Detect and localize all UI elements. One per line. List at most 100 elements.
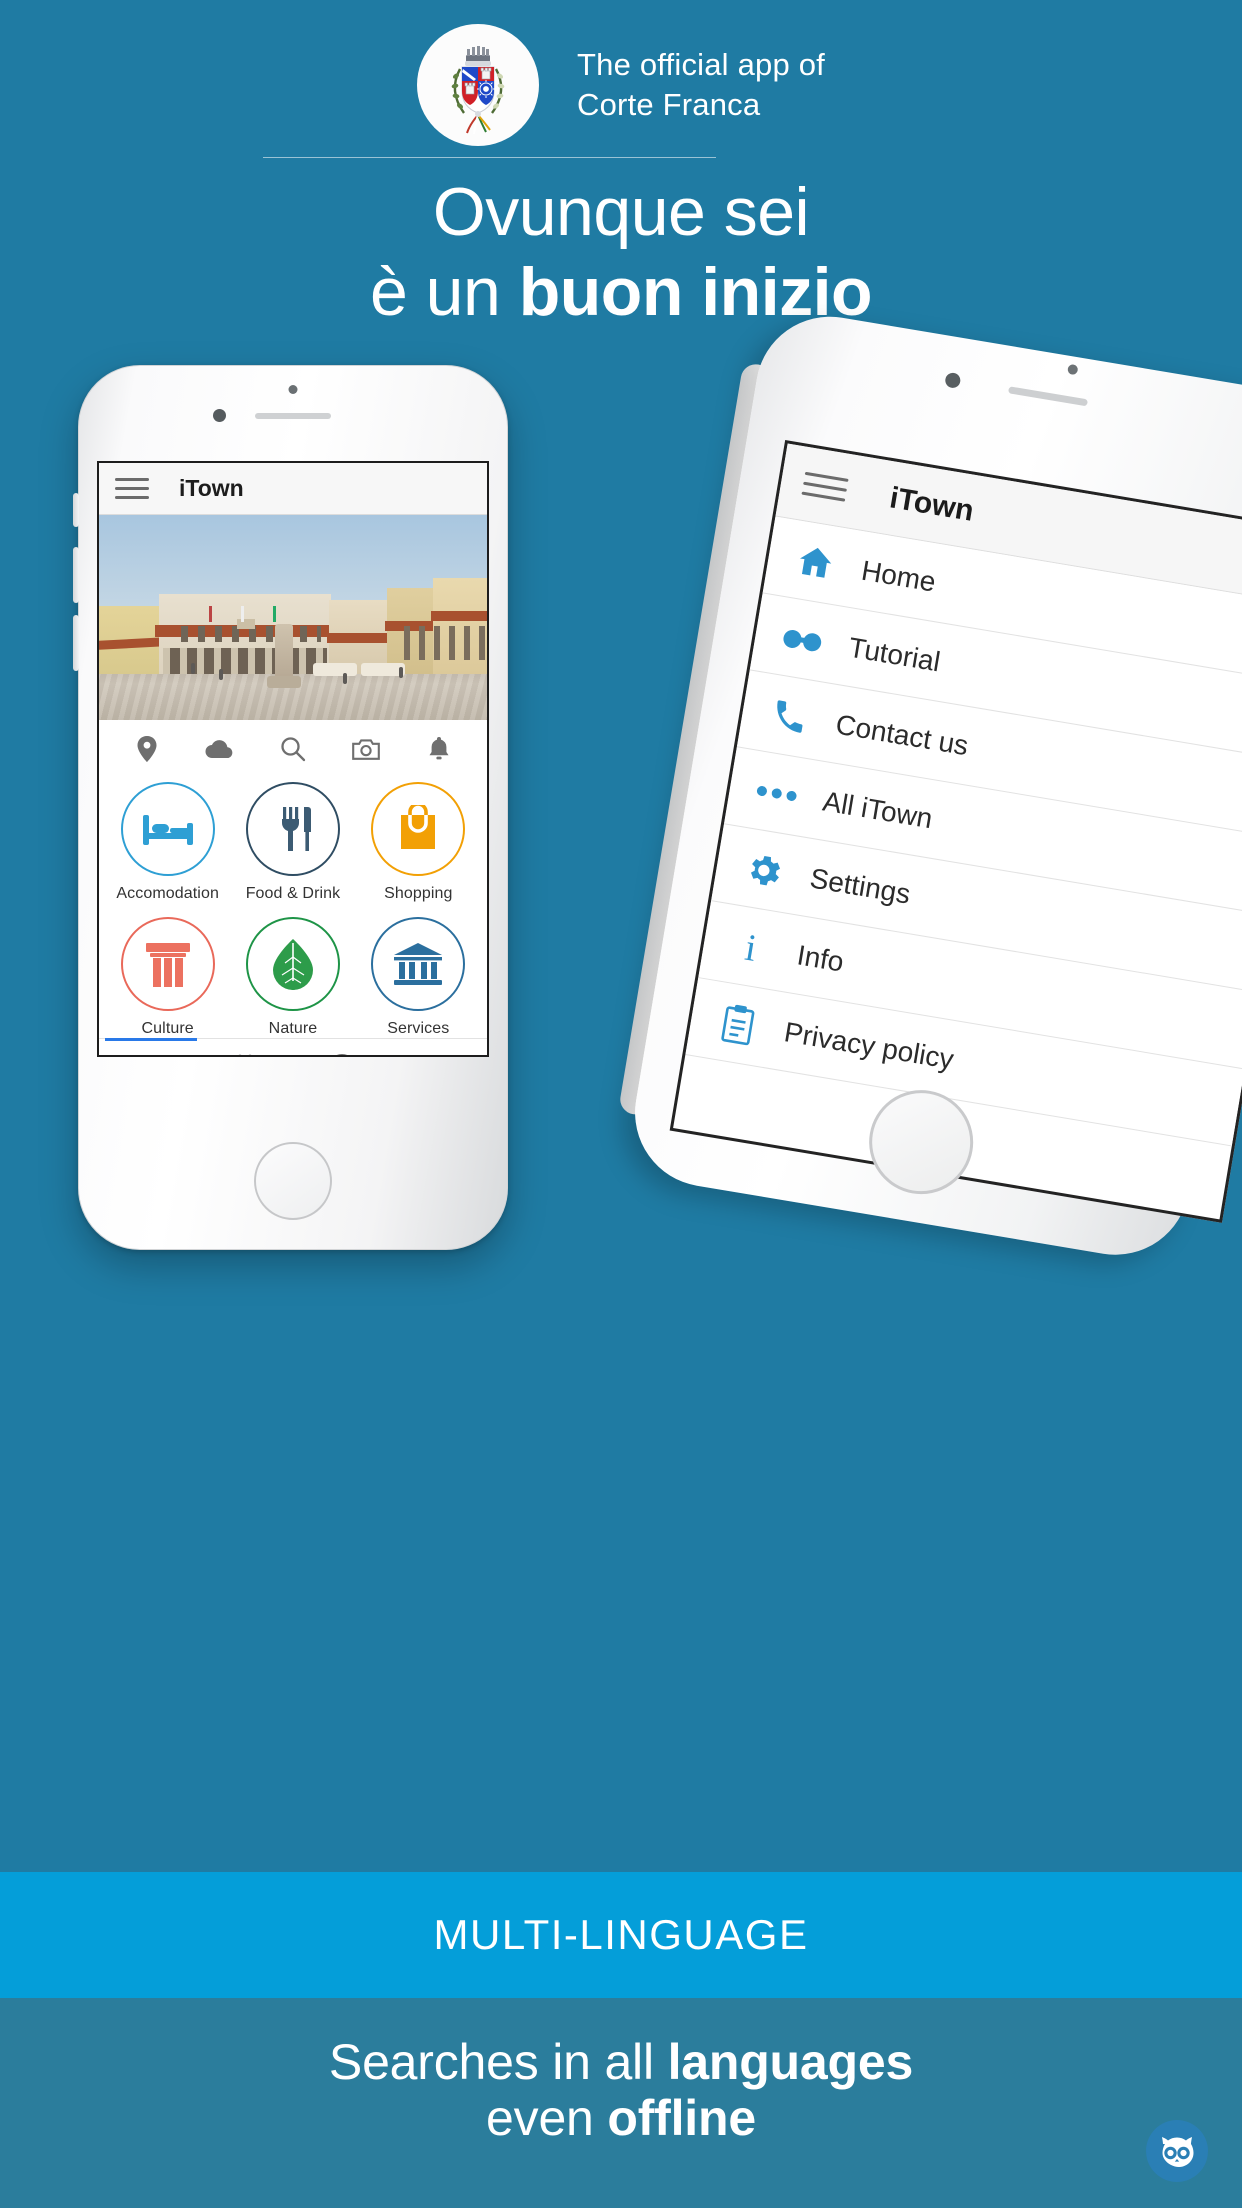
info-icon: i [725, 922, 777, 971]
corte-franca-coat-of-arms-icon [451, 46, 505, 135]
category-label: Shopping [384, 885, 453, 902]
glasses-icon [777, 621, 827, 658]
owl-logo-icon [1146, 2120, 1208, 2182]
drawer-item-label: Settings [807, 861, 913, 910]
category-label: Food & Drink [245, 885, 341, 902]
home-icon [789, 539, 841, 586]
category-row-1: Accomodation Food & Drink Shopping [105, 782, 481, 903]
flag-1 [209, 606, 212, 622]
phone-screen: iTown Accomodation Food & Drink Shopping… [97, 461, 489, 1057]
header-text-block: The official app of Corte Franca [577, 45, 825, 124]
headline-line-2: è un buon inizio [0, 254, 1242, 330]
shopping-bag-icon [371, 782, 466, 876]
category-grid: Accomodation Food & Drink Shopping Cultu… [99, 778, 487, 1038]
cafe-awning-1 [313, 663, 357, 676]
tagline-line-1-thin: Searches in all [328, 2034, 668, 2090]
tagline-line-1-bold: languages [667, 2034, 914, 2090]
newspaper-icon [425, 1053, 453, 1055]
pedestrian [191, 663, 195, 674]
category-services[interactable]: Services [362, 917, 474, 1038]
volume-up-button[interactable] [73, 547, 79, 603]
calendar-icon [231, 1053, 259, 1055]
cutlery-icon [245, 782, 340, 876]
category-label: Accomodation [116, 885, 219, 902]
drawer-item-label: Tutorial [846, 631, 943, 677]
arcade-portico [163, 648, 327, 674]
category-row-2: Culture Nature Services [105, 917, 481, 1038]
tagline-line-2-bold: offline [607, 2090, 756, 2146]
tab-in-evidence[interactable]: In evidence [293, 1039, 390, 1055]
category-culture[interactable]: Culture [112, 917, 224, 1038]
quick-action-row [99, 720, 487, 778]
proximity-sensor [288, 385, 298, 394]
tab-home[interactable]: Home [99, 1039, 196, 1055]
brand-header: The official app of Corte Franca [0, 0, 1242, 170]
drawer-item-label: Home [859, 554, 939, 598]
smiley-icon [328, 1053, 356, 1055]
category-accomodation[interactable]: Accomodation [112, 782, 224, 903]
drawer-item-label: All iTown [820, 784, 935, 834]
roof-right-3 [431, 611, 487, 621]
header-divider [263, 157, 716, 158]
windows-right [395, 626, 487, 660]
drawer-item-label: Info [794, 938, 847, 978]
flag-3 [273, 606, 276, 622]
active-tab-indicator [105, 1038, 197, 1041]
home-icon [133, 1053, 163, 1055]
front-camera [213, 409, 226, 422]
drawer-item-label: Contact us [833, 708, 971, 761]
bell-notification-icon[interactable] [424, 734, 454, 764]
roof-right-1 [327, 633, 391, 643]
gear-icon [738, 846, 790, 893]
cloud-weather-icon[interactable] [205, 734, 235, 764]
tagline-line-1: Searches in all languages [0, 2034, 1242, 2090]
headline-line-2-thin: è un [369, 254, 519, 331]
location-pin-icon[interactable] [132, 734, 162, 764]
navigation-drawer: Home Tutorial Contact us All iTown Setti… [685, 516, 1242, 1147]
hamburger-icon[interactable] [801, 471, 849, 502]
camera-icon[interactable] [351, 734, 381, 764]
phone-icon [764, 694, 816, 739]
home-button[interactable] [254, 1142, 332, 1220]
bed-icon [120, 782, 215, 876]
tab-magazines[interactable]: Magazines [390, 1039, 487, 1055]
headline-line-1: Ovunque sei [432, 174, 810, 250]
tab-events[interactable]: Events [196, 1039, 293, 1055]
column-icon [120, 917, 215, 1011]
pedestrian [399, 667, 403, 678]
search-icon[interactable] [278, 734, 308, 764]
tagline-line-2-thin: even [486, 2090, 608, 2146]
header-line-2: Corte Franca [577, 87, 761, 122]
volume-down-button[interactable] [73, 615, 79, 671]
app-title: iTown [179, 475, 244, 501]
clipboard-icon [712, 999, 764, 1048]
category-label: Services [387, 1020, 450, 1037]
pedestrian [219, 669, 223, 680]
category-food-drink[interactable]: Food & Drink [237, 782, 349, 903]
category-shopping[interactable]: Shopping [362, 782, 474, 903]
coat-of-arms-crest [417, 24, 540, 146]
ellipsis-icon [753, 782, 801, 803]
bank-icon [371, 917, 466, 1011]
fountain-monument [267, 624, 301, 688]
hero-headline: Ovunque sei è un buon inizio [0, 176, 1242, 330]
pedestrian [343, 673, 347, 684]
leaf-icon [245, 917, 340, 1011]
hamburger-icon[interactable] [115, 478, 149, 499]
category-label: Nature [268, 1020, 318, 1037]
flag-2 [241, 606, 244, 622]
category-label: Culture [141, 1020, 194, 1037]
svg-text:i: i [742, 926, 759, 969]
hero-photo-piazza [99, 515, 487, 720]
bottom-tagline-banner: Searches in all languages even offline [0, 1998, 1242, 2208]
earpiece-speaker [255, 413, 331, 419]
app-title: iTown [887, 480, 977, 528]
header-line-1: The official app of [577, 47, 825, 83]
bottom-tab-bar: Home Events [99, 1038, 487, 1055]
multilanguage-banner: MULTI-LINGUAGE [0, 1872, 1242, 1998]
app-bar: iTown [99, 463, 487, 515]
clock-gable [237, 619, 255, 629]
silent-switch[interactable] [73, 493, 79, 527]
category-nature[interactable]: Nature [237, 917, 349, 1038]
multilanguage-banner-text: MULTI-LINGUAGE [433, 1911, 809, 1958]
